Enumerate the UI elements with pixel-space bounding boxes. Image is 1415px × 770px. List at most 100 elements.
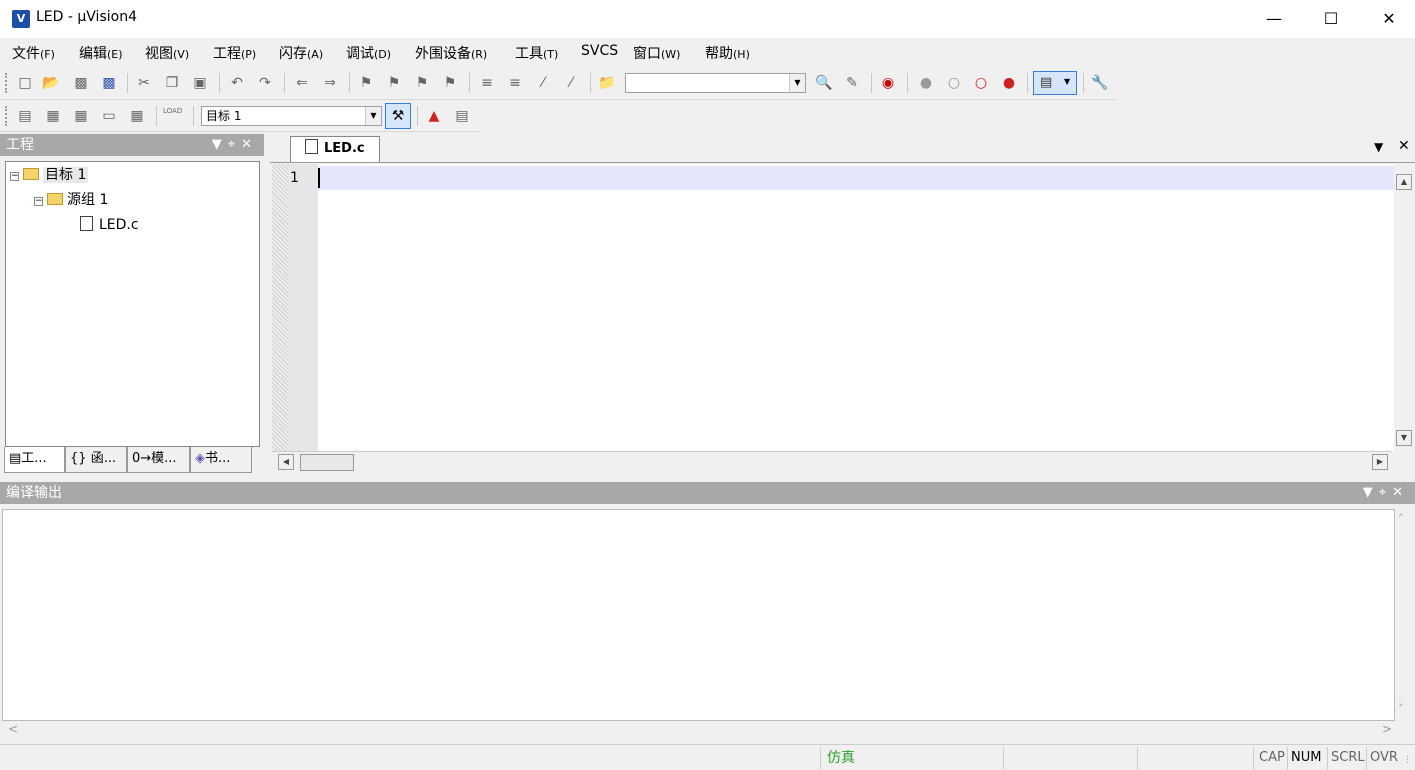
stop-build-icon[interactable]: ▦: [128, 107, 146, 125]
collapse-icon[interactable]: −: [10, 172, 19, 181]
scroll-down-icon[interactable]: ˅: [1398, 702, 1404, 715]
gutter-margin[interactable]: [272, 164, 288, 451]
toolbar-grip[interactable]: [5, 73, 8, 93]
disable-breakpoints-icon[interactable]: ○: [972, 74, 990, 92]
resize-grip-icon[interactable]: ⋮: [1403, 755, 1412, 765]
batch-build-icon[interactable]: ▭: [100, 107, 118, 125]
bookmark-clear-icon[interactable]: ⚑: [441, 74, 459, 92]
copy-icon[interactable]: ❐: [163, 74, 181, 92]
tree-item-source-group[interactable]: − 源组 1: [34, 190, 108, 210]
window-layout-button[interactable]: ▤ ▼: [1033, 71, 1077, 95]
close-button[interactable]: ✕: [1360, 0, 1415, 38]
incremental-find-icon[interactable]: ✎: [843, 74, 861, 92]
menu-svcs[interactable]: SVCS: [581, 43, 618, 59]
scroll-right-icon[interactable]: >: [1382, 722, 1392, 736]
tab-templates[interactable]: 0→模...: [127, 447, 190, 473]
navigate-back-icon[interactable]: ⇐: [293, 74, 311, 92]
find-in-files-icon[interactable]: 📁: [598, 74, 616, 92]
indent-icon[interactable]: ≡: [478, 74, 496, 92]
toolbar-grip[interactable]: [5, 106, 8, 126]
tree-item-target[interactable]: − 目标 1: [10, 165, 89, 185]
manage-components-icon[interactable]: ▲: [425, 107, 443, 125]
braces-icon: {}: [70, 451, 87, 466]
menu-file[interactable]: 文件(F): [12, 43, 55, 63]
navigate-forward-icon[interactable]: ⇒: [321, 74, 339, 92]
tab-list-icon[interactable]: ▼: [1374, 140, 1383, 154]
close-icon[interactable]: ✕: [1392, 485, 1409, 500]
status-cell-empty: [1137, 747, 1253, 769]
paste-icon[interactable]: ▣: [191, 74, 209, 92]
save-all-icon[interactable]: ▩: [100, 74, 118, 92]
status-scrl: SCRL: [1327, 747, 1366, 769]
uncomment-icon[interactable]: ⁄: [562, 74, 580, 92]
start-debug-icon[interactable]: ◉: [879, 74, 897, 92]
open-folder-icon[interactable]: 📂: [42, 74, 60, 92]
insert-breakpoint-icon[interactable]: ●: [917, 74, 935, 92]
toolbar-separator: [590, 73, 591, 93]
chevron-down-icon[interactable]: ▼: [365, 107, 381, 125]
unindent-icon[interactable]: ≡: [506, 74, 524, 92]
menu-window[interactable]: 窗口(W): [633, 43, 680, 63]
redo-icon[interactable]: ↷: [256, 74, 274, 92]
maximize-button[interactable]: ☐: [1302, 0, 1360, 38]
undo-icon[interactable]: ↶: [228, 74, 246, 92]
menu-flash[interactable]: 闪存(A): [279, 43, 323, 63]
chevron-down-icon[interactable]: ▼: [789, 74, 805, 92]
build-icon[interactable]: ▦: [44, 107, 62, 125]
scroll-left-icon[interactable]: <: [8, 722, 18, 736]
kill-breakpoints-icon[interactable]: ●: [1000, 74, 1018, 92]
scroll-thumb[interactable]: [300, 454, 354, 471]
bookmark-next-icon[interactable]: ⚑: [413, 74, 431, 92]
scroll-up-icon[interactable]: ▲: [1396, 174, 1412, 190]
find-icon[interactable]: 🔍: [815, 74, 833, 92]
save-icon[interactable]: ▩: [72, 74, 90, 92]
code-editor[interactable]: [318, 164, 1394, 451]
title-bar: V LED - µVision4 — ☐ ✕: [0, 0, 1415, 38]
target-options-button[interactable]: ⚒: [385, 103, 411, 129]
tab-project[interactable]: ▤工...: [4, 447, 65, 473]
scroll-up-icon[interactable]: ˄: [1398, 512, 1404, 525]
menu-help[interactable]: 帮助(H): [705, 43, 750, 63]
menu-edit[interactable]: 编辑(E): [79, 43, 123, 63]
close-icon[interactable]: ✕: [1398, 138, 1410, 154]
menu-project[interactable]: 工程(P): [213, 43, 256, 63]
editor-horizontal-scrollbar[interactable]: ◀ ▶: [272, 451, 1392, 473]
bookmark-prev-icon[interactable]: ⚑: [385, 74, 403, 92]
rebuild-icon[interactable]: ▦: [72, 107, 90, 125]
scroll-left-icon[interactable]: ◀: [278, 454, 294, 470]
chevron-down-icon[interactable]: ▼: [212, 137, 228, 152]
find-combo[interactable]: ▼: [625, 73, 806, 93]
editor-vertical-scrollbar[interactable]: ▲ ▼: [1394, 164, 1415, 451]
menu-view[interactable]: 视图(V): [145, 43, 189, 63]
pin-icon[interactable]: ⌖: [228, 137, 241, 152]
close-icon[interactable]: ✕: [241, 137, 258, 152]
tree-item-file[interactable]: LED.c: [80, 215, 139, 235]
target-select[interactable]: 目标 1 ▼: [201, 106, 382, 126]
pin-icon[interactable]: ⌖: [1379, 485, 1392, 500]
minimize-icon: —: [1266, 9, 1282, 28]
toolbar-separator: [907, 73, 908, 93]
cut-icon[interactable]: ✂: [135, 74, 153, 92]
current-line-highlight: [318, 166, 1394, 190]
build-output-text[interactable]: [2, 509, 1395, 721]
collapse-icon[interactable]: −: [34, 197, 43, 206]
comment-icon[interactable]: ⁄: [534, 74, 552, 92]
tab-functions[interactable]: {} 函...: [65, 447, 127, 473]
compile-icon[interactable]: ▤: [16, 107, 34, 125]
menu-debug[interactable]: 调试(D): [346, 43, 391, 63]
load-label: LOAD: [163, 107, 183, 115]
new-file-icon[interactable]: □: [16, 74, 34, 92]
configure-icon[interactable]: 🔧: [1091, 74, 1109, 92]
menu-peripherals[interactable]: 外围设备(R): [415, 43, 487, 63]
enable-breakpoint-icon[interactable]: ○: [945, 74, 963, 92]
download-icon[interactable]: LOAD: [163, 107, 183, 125]
select-packs-icon[interactable]: ▤: [453, 107, 471, 125]
minimize-button[interactable]: —: [1245, 0, 1303, 38]
scroll-right-icon[interactable]: ▶: [1372, 454, 1388, 470]
menu-tools[interactable]: 工具(T): [515, 43, 558, 63]
editor-tab-led-c[interactable]: LED.c: [290, 136, 380, 162]
chevron-down-icon[interactable]: ▼: [1363, 485, 1379, 500]
scroll-down-icon[interactable]: ▼: [1396, 430, 1412, 446]
bookmark-toggle-icon[interactable]: ⚑: [357, 74, 375, 92]
tab-books[interactable]: ◈书...: [190, 447, 252, 473]
